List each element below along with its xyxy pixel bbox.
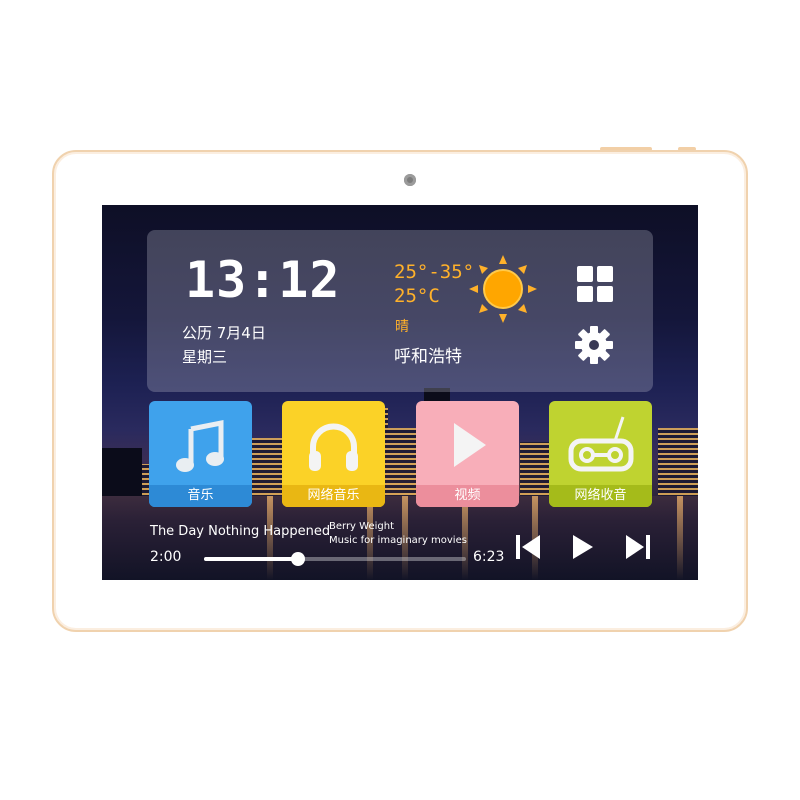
app-label: 网络音乐 — [282, 485, 385, 507]
play-button-icon[interactable] — [569, 533, 597, 561]
next-icon[interactable] — [624, 533, 652, 561]
gear-icon[interactable] — [574, 325, 614, 365]
app-tile-music[interactable]: 音乐 — [149, 401, 252, 507]
app-tile-video[interactable]: 视频 — [416, 401, 519, 507]
elapsed-time: 2:00 — [150, 549, 182, 565]
app-tile-online-music[interactable]: 网络音乐 — [282, 401, 385, 507]
grid-icon[interactable] — [577, 266, 613, 302]
headphones-icon — [309, 423, 358, 471]
previous-icon[interactable] — [514, 533, 542, 561]
home-screen: 13:12 公历 7月4日 星期三 25°-35° 25°C 晴 呼和浩特 音乐… — [102, 205, 698, 580]
play-icon — [454, 423, 486, 467]
sun-icon — [469, 255, 537, 323]
music-note-icon — [176, 419, 224, 472]
song-title: The Day Nothing Happened — [150, 524, 331, 539]
weekday: 星期三 — [182, 348, 228, 366]
total-duration: 6:23 — [473, 549, 505, 565]
app-label: 视频 — [416, 485, 519, 507]
temperature-range: 25°-35° — [394, 261, 475, 283]
front-camera — [404, 174, 416, 186]
artist-name: Berry Weight — [329, 521, 394, 532]
app-label: 音乐 — [149, 485, 252, 507]
radio-icon — [568, 416, 634, 472]
info-panel: 13:12 公历 7月4日 星期三 25°-35° 25°C 晴 呼和浩特 — [147, 230, 653, 392]
app-label: 网络收音 — [549, 485, 652, 507]
app-tile-radio[interactable]: 网络收音 — [549, 401, 652, 507]
city-name: 呼和浩特 — [394, 347, 462, 367]
album-name: Music for imaginary movies — [329, 535, 467, 546]
clock-time: 13:12 — [185, 251, 341, 309]
progress-fill — [204, 557, 299, 561]
current-temperature: 25°C — [394, 285, 440, 307]
progress-slider[interactable] — [204, 552, 466, 566]
calendar-date: 公历 7月4日 — [182, 324, 266, 342]
weather-condition: 晴 — [395, 319, 409, 335]
